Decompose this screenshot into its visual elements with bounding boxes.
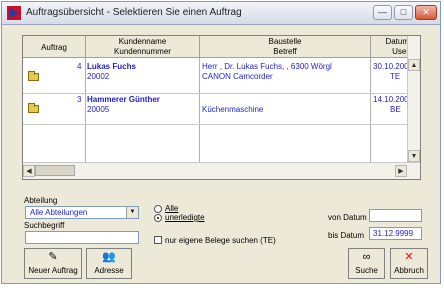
abbruch-label: Abbruch	[394, 266, 424, 275]
neuer-auftrag-label: Neuer Auftrag	[28, 266, 78, 275]
abbruch-button[interactable]: ✕ Abbruch	[390, 248, 428, 279]
folder-icon	[28, 103, 39, 113]
adresse-button[interactable]: 👥 Adresse	[86, 248, 132, 279]
cell-user: TE	[390, 72, 401, 81]
suchbegriff-input[interactable]	[25, 231, 139, 244]
title-bar[interactable]: Auftragsübersicht - Selektieren Sie eine…	[2, 2, 440, 25]
binoculars-icon: ∞	[362, 251, 371, 263]
column-header-baustelle[interactable]: Baustelle Betreff	[200, 36, 371, 58]
von-datum-label: von Datum	[328, 213, 367, 222]
cell-betreff: Küchenmaschine	[202, 105, 264, 114]
column-header-auftrag[interactable]: Auftrag	[23, 36, 86, 58]
orders-table[interactable]: Auftrag Kundenname Kundennummer Baustell…	[22, 35, 421, 180]
scroll-thumb[interactable]	[35, 165, 75, 176]
cell-kundennummer: 20002	[87, 72, 110, 81]
cell-kundenname: Lukas Fuchs	[87, 62, 136, 71]
cell-betreff: CANON Camcorder	[202, 72, 273, 81]
maximize-button[interactable]: □	[394, 5, 413, 20]
header-user-label: User	[392, 47, 409, 56]
adresse-label: Adresse	[94, 266, 124, 275]
eigene-belege-checkbox[interactable]	[154, 236, 162, 244]
header-kundenname-label: Kundenname	[118, 37, 167, 46]
window-title: Auftragsübersicht - Selektieren Sie eine…	[26, 7, 242, 18]
radio-unerledigte-label[interactable]: unerledigte	[165, 213, 205, 222]
users-icon: 👥	[102, 251, 116, 263]
row-divider	[23, 124, 408, 125]
app-icon	[7, 6, 21, 20]
abteilung-value: Alle Abteilungen	[30, 208, 88, 217]
abteilung-dropdown[interactable]: Alle Abteilungen ▼	[25, 206, 139, 219]
abteilung-label: Abteilung	[24, 196, 58, 205]
header-kundennummer-label: Kundennummer	[114, 47, 171, 56]
scroll-left-icon[interactable]: ◀	[23, 165, 35, 177]
cell-auftrag: 3	[77, 95, 82, 104]
cell-datum: 30.10.200	[373, 62, 409, 71]
column-header-kunde[interactable]: Kundenname Kundennummer	[86, 36, 200, 58]
close-button[interactable]: ✕	[415, 5, 437, 20]
cell-kundenname: Hammerer Günther	[87, 95, 160, 104]
pencil-icon: ✎	[48, 251, 58, 263]
vertical-scrollbar[interactable]: ▲ ▼	[407, 36, 420, 162]
radio-alle[interactable]	[154, 205, 162, 213]
row-divider	[23, 93, 408, 94]
header-auftrag-label: Auftrag	[41, 43, 67, 52]
bis-datum-label: bis Datum	[328, 231, 365, 240]
header-datum-label: Datum	[385, 37, 409, 46]
radio-alle-label[interactable]: Alle	[165, 204, 178, 213]
folder-icon	[28, 71, 39, 81]
suche-label: Suche	[355, 266, 378, 275]
suche-button[interactable]: ∞ Suche	[348, 248, 385, 279]
minimize-button[interactable]: —	[373, 5, 392, 20]
cell-user: BE	[390, 105, 401, 114]
horizontal-scrollbar[interactable]: ◀ ▶	[23, 162, 420, 179]
scroll-up-icon[interactable]: ▲	[408, 59, 420, 71]
suchbegriff-label: Suchbegriff	[24, 221, 65, 230]
auftragsuebersicht-window: Auftragsübersicht - Selektieren Sie eine…	[1, 1, 441, 284]
cell-kundennummer: 20005	[87, 105, 110, 114]
bis-datum-value: 31.12.9999	[373, 229, 414, 238]
cell-auftrag: 4	[77, 62, 82, 71]
chevron-down-icon[interactable]: ▼	[126, 207, 138, 218]
cell-datum: 14.10.200	[373, 95, 409, 104]
header-baustelle-label: Baustelle	[268, 37, 302, 46]
von-datum-input[interactable]	[369, 209, 422, 222]
header-betreff-label: Betreff	[273, 47, 297, 56]
radio-unerledigte[interactable]	[154, 214, 162, 222]
scroll-down-icon[interactable]: ▼	[408, 150, 420, 162]
neuer-auftrag-button[interactable]: ✎ Neuer Auftrag	[24, 248, 82, 279]
x-icon: ✕	[404, 251, 414, 263]
cell-baustelle: Herr , Dr. Lukas Fuchs, , 6300 Wörgl	[202, 62, 332, 71]
eigene-belege-label[interactable]: nur eigene Belege suchen (TE)	[165, 236, 276, 245]
bis-datum-input[interactable]: 31.12.9999	[369, 227, 422, 240]
scroll-right-icon[interactable]: ▶	[395, 165, 407, 177]
